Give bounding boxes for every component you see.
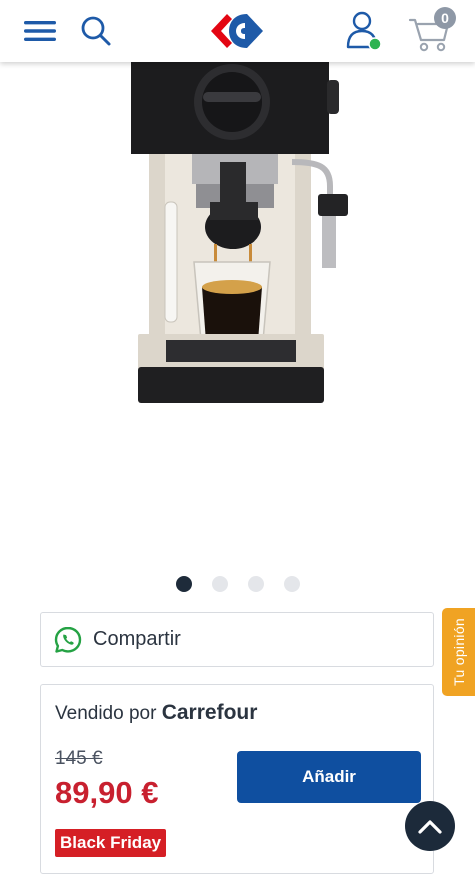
app-header: 0 <box>0 0 475 62</box>
sold-by-prefix: Vendido por <box>55 703 157 724</box>
whatsapp-icon <box>54 626 82 653</box>
search-icon <box>81 16 111 46</box>
cart-button[interactable]: 0 <box>400 0 460 62</box>
chevron-up-icon <box>418 820 442 834</box>
cart-count-badge: 0 <box>434 7 456 29</box>
user-account-icon <box>346 11 382 51</box>
hamburger-menu-icon <box>24 21 56 41</box>
seller-name[interactable]: Carrefour <box>162 701 258 724</box>
image-pagination <box>0 576 475 592</box>
search-button[interactable] <box>74 0 118 62</box>
current-price: 89,90 € <box>55 775 159 810</box>
pagination-dot-3[interactable] <box>247 576 264 592</box>
account-button[interactable] <box>340 0 388 62</box>
feedback-tab[interactable]: Tu opinión <box>442 608 475 696</box>
old-price: 145 € <box>55 748 103 769</box>
pagination-dot-4[interactable] <box>283 576 300 592</box>
menu-button[interactable] <box>18 0 62 62</box>
scroll-to-top-button[interactable] <box>405 801 455 851</box>
pagination-dot-2[interactable] <box>211 576 228 592</box>
add-to-cart-button[interactable]: Añadir <box>237 751 421 803</box>
share-label: Compartir <box>93 628 181 650</box>
feedback-label: Tu opinión <box>450 618 467 686</box>
product-image[interactable] <box>0 62 475 562</box>
promo-badge: Black Friday <box>55 829 167 857</box>
carrefour-logo[interactable] <box>200 0 274 62</box>
seller-card: Vendido por Carrefour 145 € 89,90 € Añad… <box>40 684 434 874</box>
sold-by: Vendido por Carrefour <box>55 701 257 725</box>
share-button[interactable]: Compartir <box>40 612 434 667</box>
pagination-dot-1[interactable] <box>175 576 192 592</box>
